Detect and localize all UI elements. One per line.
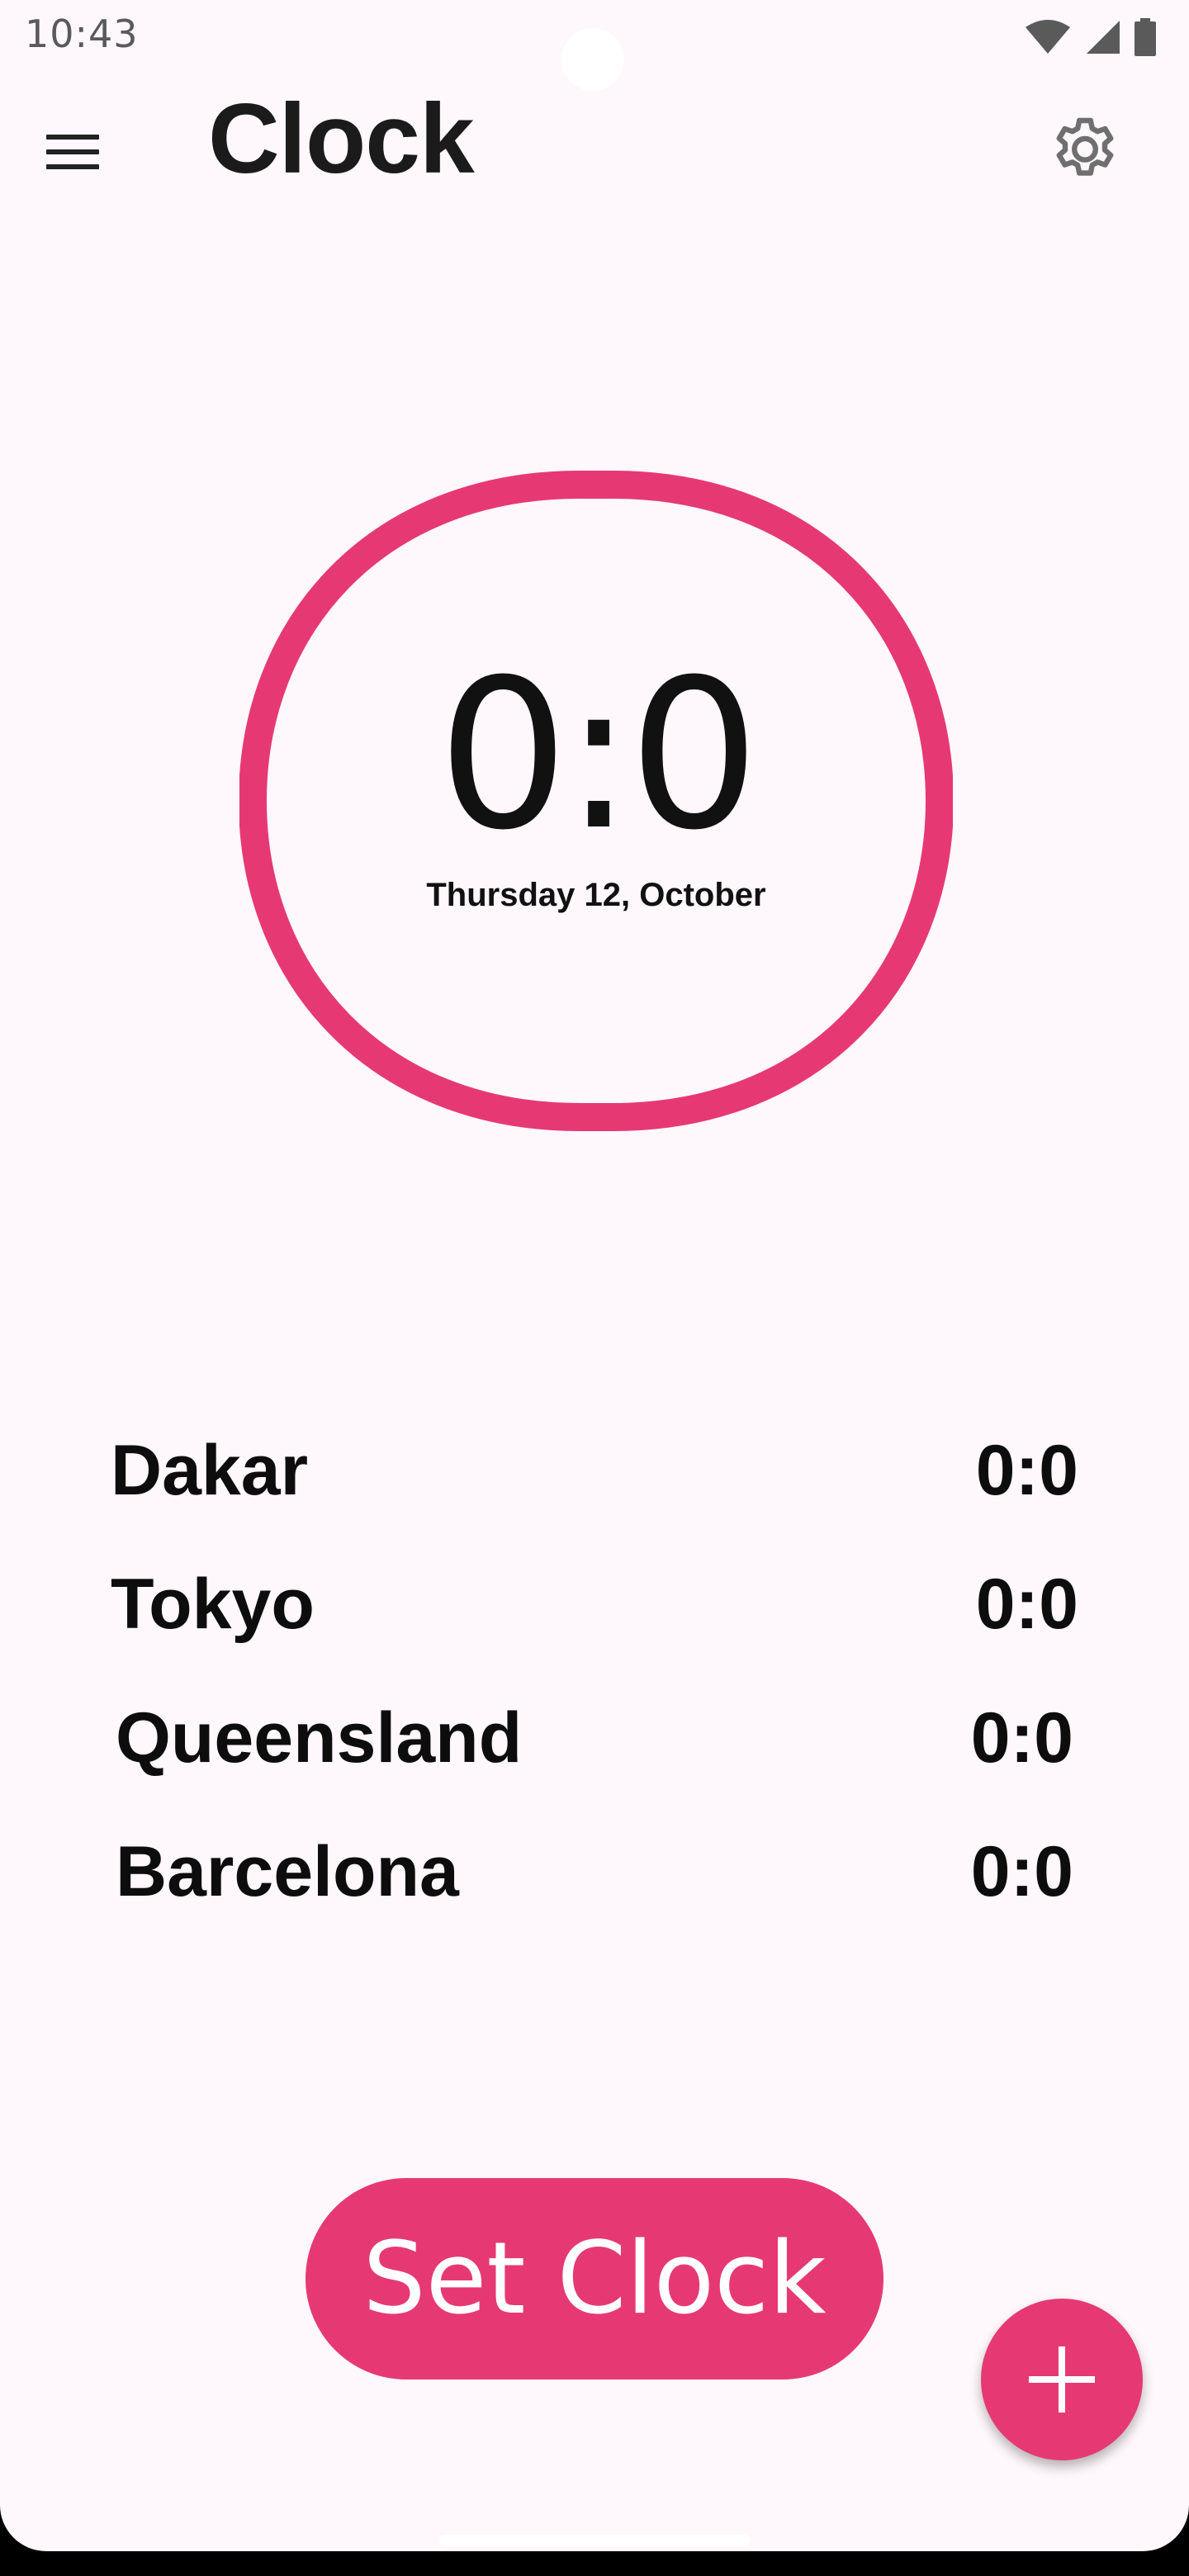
- city-name: Barcelona: [116, 1831, 459, 1911]
- gear-icon: [1056, 117, 1114, 176]
- set-clock-button[interactable]: Set Clock: [306, 2178, 883, 2379]
- wifi-icon: [1026, 20, 1070, 54]
- menu-button[interactable]: [46, 122, 116, 182]
- home-handle[interactable]: [439, 2535, 750, 2546]
- main-clock-time: 0:0: [437, 635, 760, 875]
- world-clock-row[interactable]: Tokyo 0:0: [111, 1537, 1078, 1671]
- world-clock-row[interactable]: Dakar 0:0: [111, 1404, 1078, 1537]
- city-time: 0:0: [970, 1831, 1073, 1911]
- menu-icon: [46, 135, 116, 169]
- city-time: 0:0: [975, 1430, 1078, 1510]
- main-clock-date: Thursday 12, October: [426, 877, 766, 913]
- signal-icon: [1087, 21, 1120, 54]
- world-clock-row[interactable]: Barcelona 0:0: [111, 1805, 1078, 1939]
- add-clock-fab[interactable]: [981, 2299, 1143, 2460]
- status-time: 10:43: [25, 12, 139, 56]
- city-time: 0:0: [975, 1564, 1078, 1644]
- settings-button[interactable]: [1045, 112, 1125, 192]
- battery-icon: [1135, 18, 1156, 56]
- page-title: Clock: [208, 83, 475, 194]
- camera-cutout: [561, 28, 624, 91]
- city-time: 0:0: [970, 1698, 1073, 1778]
- city-name: Tokyo: [111, 1564, 315, 1644]
- city-name: Dakar: [111, 1430, 309, 1510]
- plus-icon: [1029, 2346, 1095, 2413]
- world-clock-row[interactable]: Queensland 0:0: [111, 1671, 1078, 1805]
- status-icons: [1024, 18, 1156, 56]
- world-clock-list: Dakar 0:0 Tokyo 0:0 Queensland 0:0 Barce…: [111, 1404, 1078, 1939]
- city-name: Queensland: [116, 1698, 523, 1778]
